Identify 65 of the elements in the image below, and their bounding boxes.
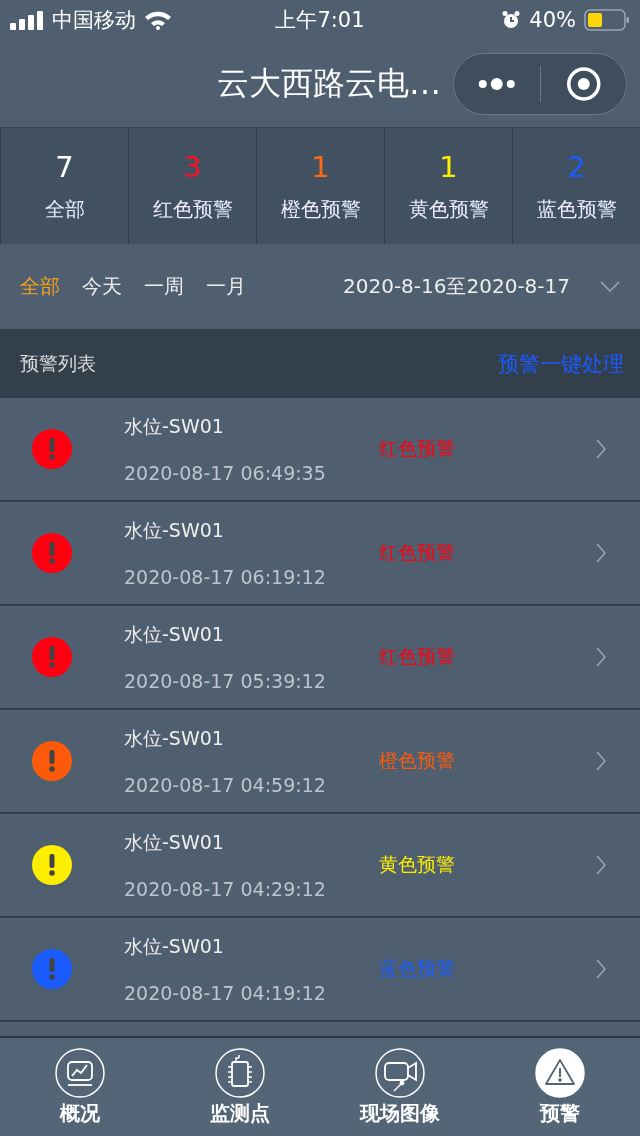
clock-time: 上午7:01 [275, 8, 365, 32]
date-range[interactable]: 2020-8-16至2020-8-17 [343, 273, 570, 300]
chevron-right-icon [596, 751, 606, 771]
alert-row[interactable]: 水位-SW01 2020-08-17 06:19:12 红色预警 [0, 502, 640, 606]
stat-count: 1 [311, 149, 330, 184]
filter-tab[interactable]: 一月 [206, 273, 246, 300]
tab-item[interactable]: 预警 [480, 1047, 640, 1127]
stat-count: 7 [55, 149, 74, 184]
battery-icon [584, 9, 630, 31]
chevron-right-icon [596, 647, 606, 667]
stat-tab[interactable]: 3 红色预警 [128, 128, 256, 244]
chevron-right-icon [596, 439, 606, 459]
stat-tab[interactable]: 7 全部 [0, 128, 128, 244]
alert-time: 2020-08-17 04:29:12 [124, 878, 327, 900]
alert-time: 2020-08-17 06:19:12 [124, 566, 327, 588]
alert-row[interactable]: 水位-SW01 2020-08-17 06:49:35 红色预警 [0, 398, 640, 502]
stat-tab[interactable]: 1 橙色预警 [256, 128, 384, 244]
filter-tab[interactable]: 今天 [82, 273, 122, 300]
alert-time: 2020-08-17 05:39:12 [124, 670, 327, 692]
battery-percent: 40% [529, 8, 576, 32]
alert-level: 橙色预警 [379, 748, 455, 773]
wifi-icon [144, 10, 172, 30]
carrier-name: 中国移动 [52, 7, 136, 34]
exclamation-icon [49, 750, 55, 772]
sensor-name: 水位-SW01 [124, 726, 225, 751]
list-title: 预警列表 [20, 350, 96, 376]
stat-count: 2 [567, 149, 586, 184]
sensor-name: 水位-SW01 [124, 622, 225, 647]
alert-time: 2020-08-17 06:49:35 [124, 462, 327, 484]
sensor-name: 水位-SW01 [124, 414, 225, 439]
stat-tab[interactable]: 2 蓝色预警 [512, 128, 640, 244]
alert-row[interactable]: 水位-SW01 2020-08-17 04:29:12 黄色预警 [0, 814, 640, 918]
alert-level: 红色预警 [379, 540, 455, 565]
signal-icon [10, 10, 44, 30]
exclamation-icon [49, 542, 55, 564]
tab-item[interactable]: 监测点 [160, 1047, 320, 1127]
chevron-down-icon[interactable] [600, 280, 620, 293]
sensor-name: 水位-SW01 [124, 830, 225, 855]
alarm-icon [501, 10, 522, 30]
tab-item[interactable]: 现场图像 [320, 1047, 480, 1127]
exclamation-icon [49, 958, 55, 980]
page-title: 云大西路云电… [217, 62, 441, 104]
filter-tab[interactable]: 一周 [144, 273, 184, 300]
sensor-name: 水位-SW01 [124, 518, 225, 543]
alert-level: 黄色预警 [379, 852, 455, 877]
chevron-right-icon [596, 543, 606, 563]
filter-tab[interactable]: 全部 [20, 273, 60, 300]
chevron-right-icon [596, 855, 606, 875]
alert-level: 蓝色预警 [379, 956, 455, 981]
alert-row[interactable]: 水位-SW01 2020-08-17 04:19:12 蓝色预警 [0, 918, 640, 1022]
alert-row[interactable]: 水位-SW01 2020-08-17 04:59:12 橙色预警 [0, 710, 640, 814]
alert-time: 2020-08-17 04:59:12 [124, 774, 327, 796]
alert-time: 2020-08-17 04:19:12 [124, 982, 327, 1004]
alert-level: 红色预警 [379, 436, 455, 461]
tab-item[interactable]: 概况 [0, 1047, 160, 1127]
exclamation-icon [49, 854, 55, 876]
stat-count: 1 [439, 149, 458, 184]
exclamation-icon [49, 438, 55, 460]
alert-level: 红色预警 [379, 644, 455, 669]
sensor-name: 水位-SW01 [124, 934, 225, 959]
stat-tab[interactable]: 1 黄色预警 [384, 128, 512, 244]
exclamation-icon [49, 646, 55, 668]
chevron-right-icon [596, 959, 606, 979]
stat-count: 3 [183, 149, 202, 184]
alert-row[interactable]: 水位-SW01 2020-08-17 05:39:12 红色预警 [0, 606, 640, 710]
